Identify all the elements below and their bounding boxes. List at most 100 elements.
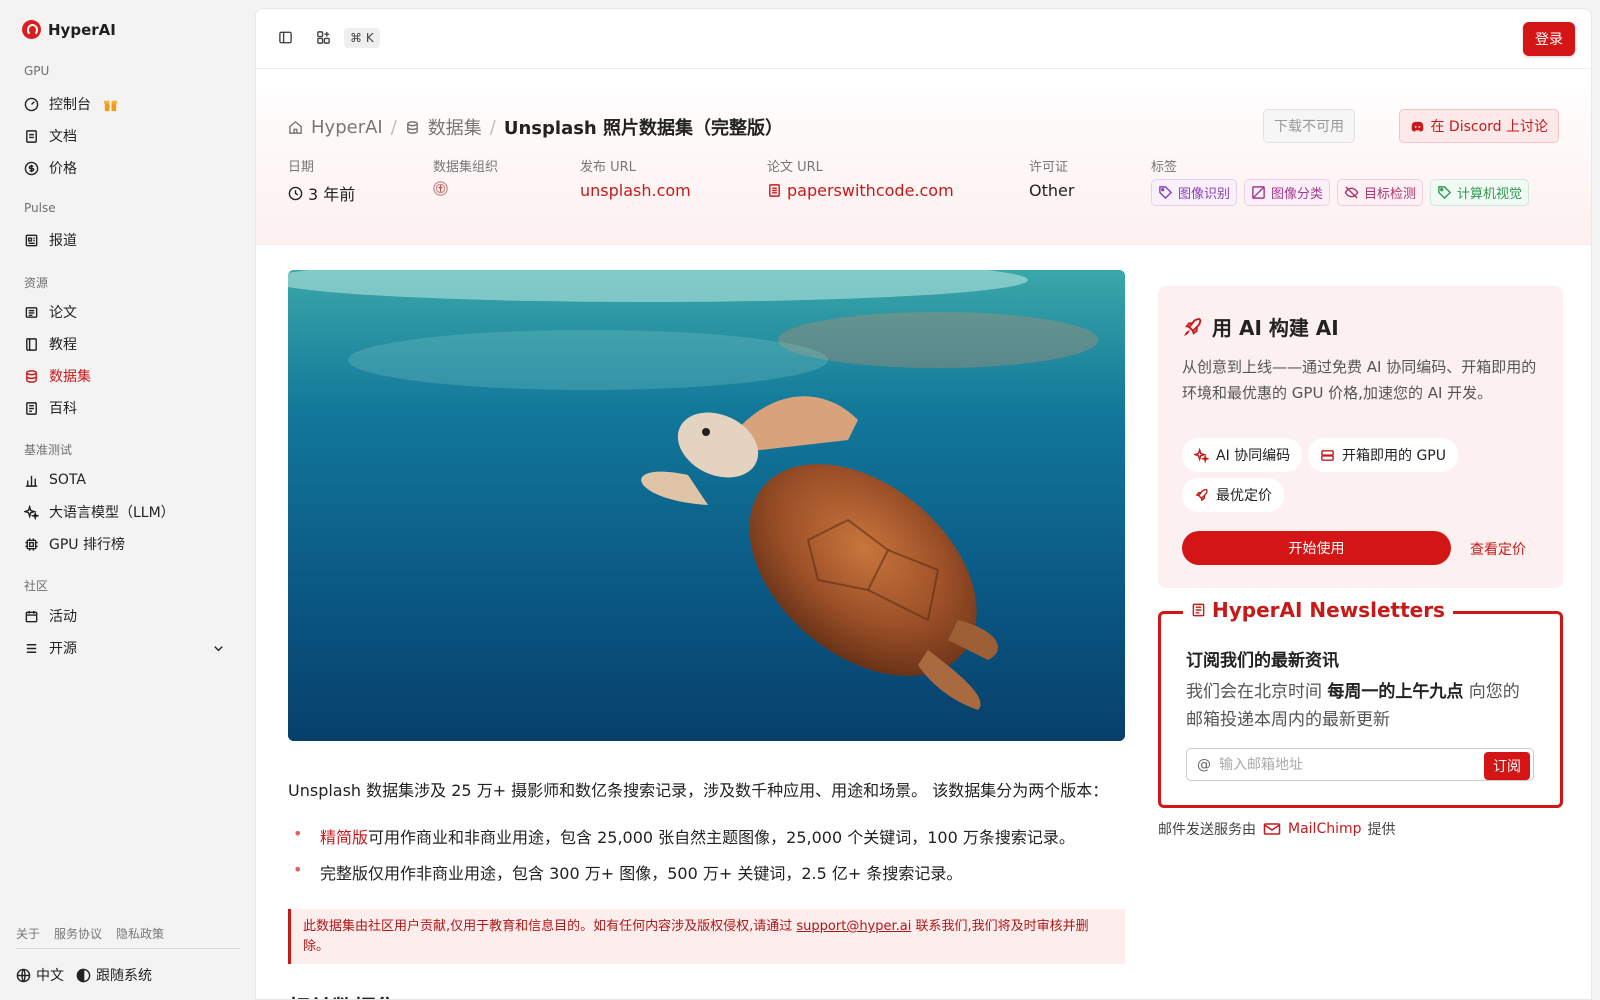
section-benchmarks: 基准测试	[24, 443, 73, 457]
provider-post: 提供	[1367, 822, 1396, 838]
terms-link[interactable]: 服务协议	[54, 925, 102, 942]
email-input[interactable]	[1219, 756, 1469, 773]
sidebar-item-console[interactable]: 控制台	[16, 89, 238, 119]
language-switcher[interactable]: 中文	[16, 965, 64, 985]
promo-title-text: 用 AI 构建 AI	[1212, 316, 1339, 340]
globe-icon	[16, 968, 31, 983]
sidebar-item-opensource[interactable]: 开源	[16, 633, 238, 663]
about-link[interactable]: 关于	[16, 925, 40, 942]
license-value: Other	[1029, 181, 1075, 200]
sidebar-item-label: 控制台	[49, 97, 91, 113]
sidebar-item-news[interactable]: 报道	[16, 225, 238, 255]
newspaper-icon	[1191, 603, 1206, 618]
paper-url-link[interactable]: paperswithcode.com	[767, 181, 954, 200]
related-datasets-heading: 相关数据集	[288, 991, 398, 999]
license-label: 许可证	[1029, 160, 1069, 175]
sidebar-item-label: 大语言模型（LLM）	[49, 505, 175, 521]
org-avatar-icon	[433, 181, 448, 196]
footer-settings: 中文 跟随系统	[16, 965, 152, 985]
tag-label: 目标检测	[1364, 187, 1417, 202]
sparkles-icon	[24, 504, 39, 520]
mailchimp-credit: 邮件发送服务由 MailChimp 提供	[1158, 819, 1396, 839]
mailchimp-link[interactable]: MailChimp	[1262, 821, 1362, 837]
sidebar-item-sota[interactable]: SOTA	[16, 465, 238, 495]
list-icon	[24, 641, 39, 656]
mail-icon	[1262, 822, 1282, 837]
sidebar-item-papers[interactable]: 论文	[16, 297, 238, 327]
paper-icon	[24, 305, 39, 320]
theme-switcher[interactable]: 跟随系统	[76, 965, 152, 985]
subscribe-button[interactable]: 订阅	[1484, 752, 1530, 780]
login-button[interactable]: 登录	[1523, 22, 1575, 56]
privacy-link[interactable]: 隐私政策	[116, 925, 164, 942]
chip-label: 最优定价	[1216, 488, 1272, 504]
dollar-icon	[24, 161, 39, 176]
sidebar-item-events[interactable]: 活动	[16, 601, 238, 631]
sidebar-item-label: 文档	[49, 129, 77, 145]
page-title: Unsplash 照片数据集（完整版）	[503, 118, 784, 139]
scan-eye-icon	[1344, 185, 1359, 200]
version-list: 精简版可用作商业和非商业用途，包含 25,000 张自然主题图像，25,000 …	[288, 824, 1075, 896]
tag-icon	[1437, 185, 1452, 200]
sidebar-item-tutorials[interactable]: 教程	[16, 329, 238, 359]
newsletter-title: HyperAI Newsletters	[1183, 598, 1453, 622]
tag-computer-vision[interactable]: 计算机视觉	[1430, 179, 1530, 206]
hyperai-logo-icon	[22, 20, 41, 39]
rocket-icon	[1182, 316, 1204, 338]
sidebar-item-pricing[interactable]: 价格	[16, 153, 238, 183]
newspaper-icon	[24, 233, 39, 248]
sidebar-item-llm[interactable]: 大语言模型（LLM）	[16, 497, 238, 527]
sidebar-toggle-icon[interactable]	[278, 30, 293, 45]
sidebar: HyperAI GPU 控制台 文档 价格 Pulse 报道 资源 论文 教程 …	[0, 0, 255, 1000]
section-gpu: GPU	[24, 64, 50, 78]
document-icon	[24, 129, 39, 144]
at-icon: @	[1197, 756, 1211, 773]
list-item: 精简版可用作商业和非商业用途，包含 25,000 张自然主题图像，25,000 …	[288, 824, 1075, 860]
sidebar-item-label: 价格	[49, 161, 77, 177]
apps-icon[interactable]	[316, 30, 331, 45]
breadcrumb-datasets[interactable]: 数据集	[428, 114, 482, 140]
sidebar-item-docs[interactable]: 文档	[16, 121, 238, 151]
get-started-button[interactable]: 开始使用	[1182, 531, 1451, 565]
chip-label: 开箱即用的 GPU	[1342, 448, 1446, 464]
database-icon	[24, 369, 39, 384]
publish-url-link[interactable]: unsplash.com	[580, 181, 691, 200]
date-value: 3 年前	[288, 181, 355, 205]
command-palette-shortcut[interactable]: ⌘ K	[344, 28, 380, 48]
encyclopedia-icon	[24, 401, 39, 416]
promo-card: 用 AI 构建 AI 从创意到上线——通过免费 AI 协同编码、开箱即用的环境和…	[1158, 286, 1563, 588]
brand-logo[interactable]: HyperAI	[22, 20, 116, 39]
lite-version-link[interactable]: 精简版	[320, 828, 368, 847]
breadcrumb-home[interactable]: HyperAI	[311, 117, 383, 138]
copyright-notice: 此数据集由社区用户贡献,仅用于教育和信息目的。如有任何内容涉及版权侵权,请通过 …	[288, 909, 1125, 964]
main-panel: ⌘ K 登录 HyperAI / 数据集 / Unsplash 照片数据集（完整…	[255, 8, 1592, 1000]
chevron-down-icon[interactable]	[211, 641, 226, 656]
tag-object-detection[interactable]: 目标检测	[1337, 179, 1424, 206]
tag-image-classification[interactable]: 图像分类	[1244, 179, 1331, 206]
tag-label: 计算机视觉	[1457, 187, 1523, 202]
dataset-cover-image	[288, 270, 1125, 741]
view-pricing-link[interactable]: 查看定价	[1470, 539, 1526, 559]
theme-label: 跟随系统	[96, 968, 152, 984]
download-button[interactable]: 下载不可用	[1263, 109, 1355, 143]
brand-name: HyperAI	[48, 20, 116, 39]
list-item-text: 完整版仅用作非商业用途，包含 300 万+ 图像，500 万+ 关键词，2.5 …	[320, 864, 963, 883]
sidebar-item-label: 论文	[49, 305, 77, 321]
sidebar-item-datasets[interactable]: 数据集	[16, 361, 238, 391]
promo-title: 用 AI 构建 AI	[1182, 312, 1339, 341]
sidebar-item-wiki[interactable]: 百科	[16, 393, 238, 423]
newsletter-title-text: HyperAI Newsletters	[1212, 598, 1445, 622]
tag-list: 图像识别 图像分类 目标检测 计算机视觉	[1151, 179, 1530, 206]
org-value[interactable]	[433, 181, 448, 196]
sidebar-item-gpu-leaderboard[interactable]: GPU 排行榜	[16, 529, 238, 559]
support-email-link[interactable]: support@hyper.ai	[796, 919, 911, 934]
sidebar-item-label: 活动	[49, 609, 77, 625]
database-icon	[405, 120, 420, 135]
rocket-icon	[1194, 488, 1209, 503]
home-icon	[288, 120, 303, 135]
breadcrumb: HyperAI / 数据集 / Unsplash 照片数据集（完整版）	[288, 114, 783, 140]
book-icon	[24, 337, 39, 352]
discord-button[interactable]: 在 Discord 上讨论	[1399, 109, 1559, 143]
section-resources: 资源	[24, 276, 49, 290]
tag-image-recognition[interactable]: 图像识别	[1151, 179, 1238, 206]
